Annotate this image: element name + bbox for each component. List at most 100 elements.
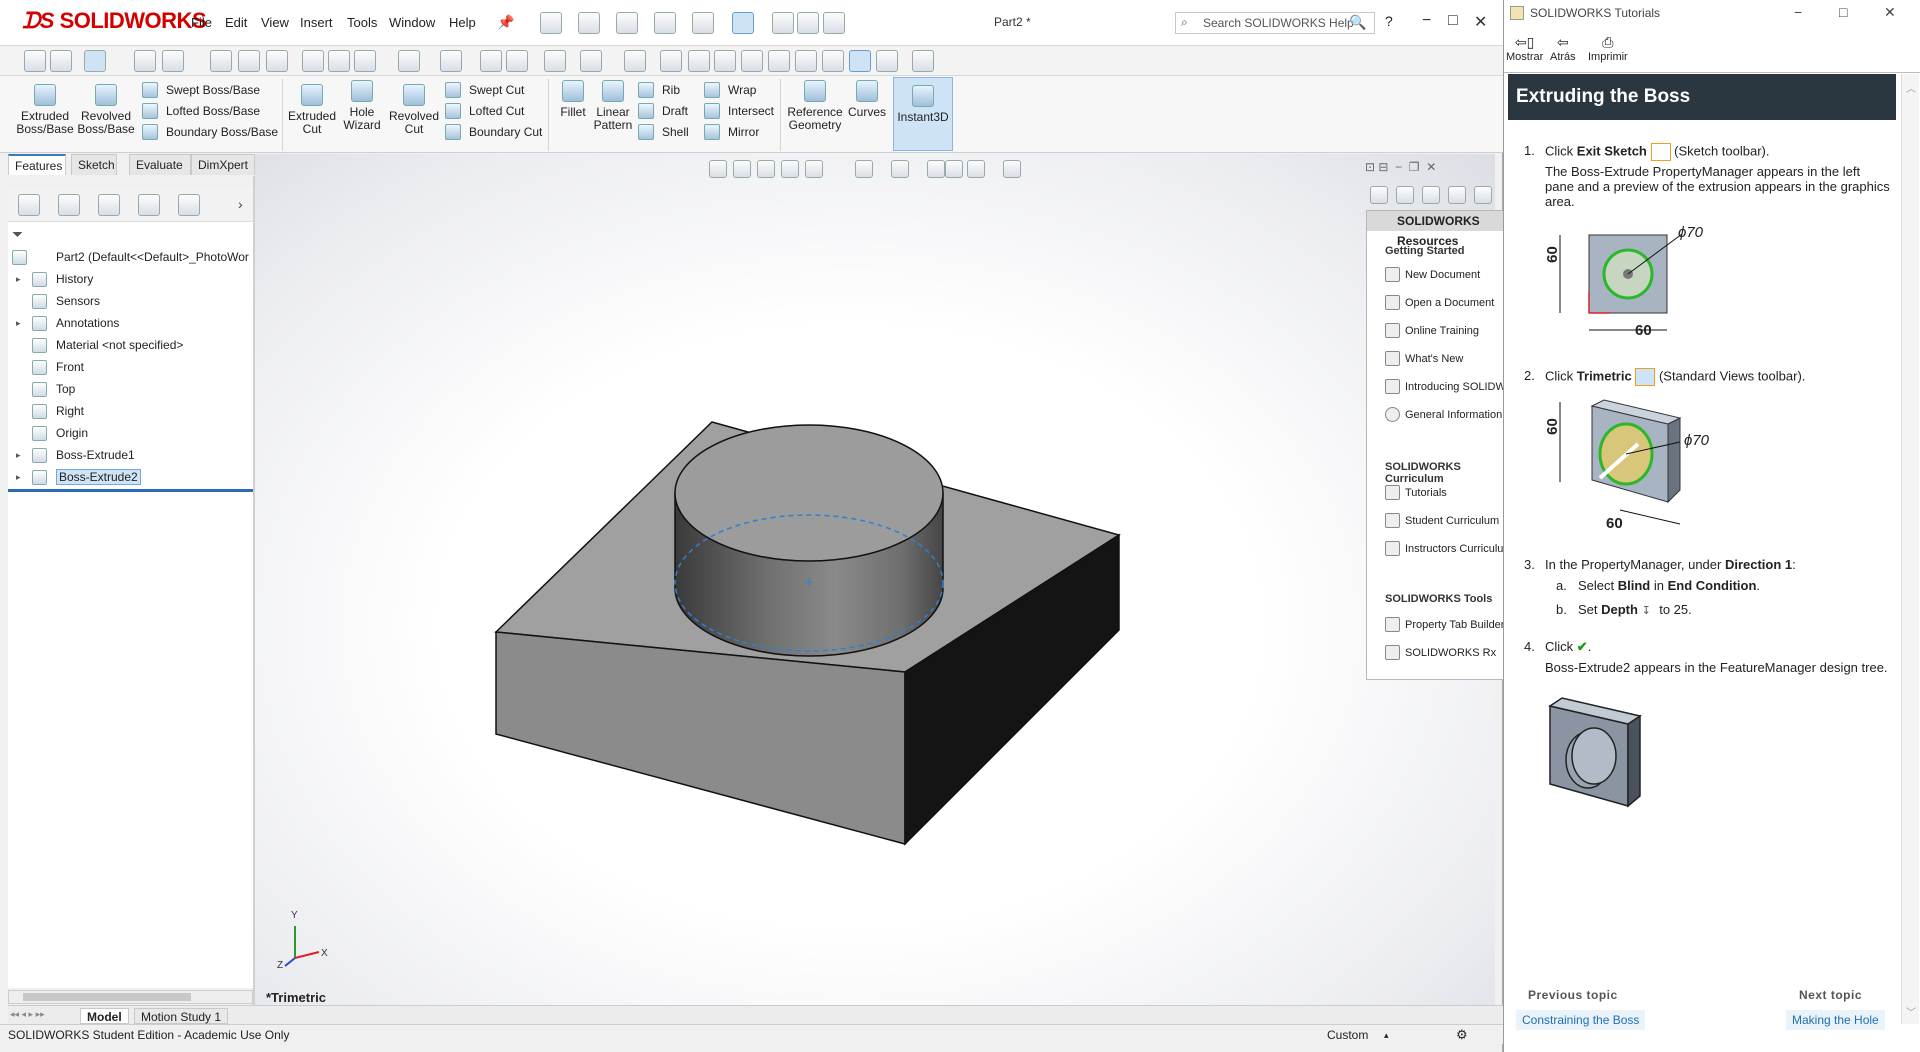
view-palette-icon[interactable]	[1448, 186, 1466, 204]
display-style-icon[interactable]	[398, 50, 420, 72]
open-icon[interactable]	[578, 12, 600, 34]
dimxpert-manager-tab-icon[interactable]	[138, 194, 160, 216]
chevron-right-icon[interactable]: ›	[238, 196, 243, 212]
revolved-boss-button[interactable]: Revolved Boss/Base	[76, 84, 136, 136]
tab-model[interactable]: Model	[80, 1008, 129, 1024]
shell-button[interactable]: Shell	[636, 122, 702, 142]
undo-icon[interactable]	[692, 12, 714, 34]
left-view-icon[interactable]	[714, 50, 736, 72]
linear-pattern-button[interactable]: Linear Pattern	[592, 80, 634, 132]
tree-horizontal-scrollbar[interactable]	[8, 990, 253, 1004]
search-icon[interactable]: 🔍	[1349, 14, 1366, 31]
tree-item-annotations[interactable]: ▸ Annotations	[8, 312, 253, 334]
mirror-button[interactable]: Mirror	[702, 122, 780, 142]
previous-topic-link[interactable]: Constraining the Boss	[1516, 1010, 1646, 1030]
bottom-view-icon[interactable]	[795, 50, 817, 72]
property-manager-tab-icon[interactable]	[58, 194, 80, 216]
minimize-icon[interactable]: −	[1422, 12, 1431, 30]
solidworks-logo[interactable]: ᗪS SOLIDWORKS	[22, 8, 207, 34]
next-topic-link[interactable]: Making the Hole	[1786, 1010, 1885, 1030]
link-solidworks-rx[interactable]: SOLIDWORKS Rx	[1405, 647, 1496, 659]
link-instructors-curriculum[interactable]: Instructors Curriculum	[1405, 543, 1503, 555]
scroll-down-icon[interactable]: ﹀	[1906, 1004, 1916, 1019]
scroll-up-icon[interactable]: ︿	[1906, 80, 1916, 95]
list-icon[interactable]	[162, 50, 184, 72]
swept-boss-button[interactable]: Swept Boss/Base	[140, 80, 280, 100]
filter-icon[interactable]: ⏷	[12, 226, 23, 243]
tree-item-history[interactable]: ▸ History	[8, 268, 253, 290]
hole-wizard-button[interactable]: Hole Wizard	[338, 80, 386, 132]
swept-cut-button[interactable]: Swept Cut	[443, 80, 555, 100]
fillet-button[interactable]: Fillet	[552, 80, 594, 119]
appearance-icon[interactable]	[134, 50, 156, 72]
extruded-boss-button[interactable]: Extruded Boss/Base	[10, 84, 80, 136]
tutorial-close-icon[interactable]: ✕	[1884, 4, 1896, 21]
tab-features[interactable]: Features	[8, 154, 66, 175]
draft-button[interactable]: Draft	[636, 101, 702, 121]
boundary-cut-button[interactable]: Boundary Cut	[443, 122, 555, 142]
search-help-input[interactable]: ⌕ Search SOLIDWORKS Help	[1175, 12, 1375, 34]
display-icon[interactable]	[544, 50, 566, 72]
expand-arrow-icon[interactable]: ▸	[16, 466, 21, 488]
revolved-cut-button[interactable]: Revolved Cut	[388, 84, 440, 136]
rib-button[interactable]: Rib	[636, 80, 702, 100]
show-button[interactable]: ⇦▯ Mostrar	[1506, 34, 1543, 63]
expand-arrow-icon[interactable]: ▸	[16, 444, 21, 466]
back-view-icon[interactable]	[688, 50, 710, 72]
tutorial-minimize-icon[interactable]: −	[1794, 4, 1802, 20]
toolbar-icon-1[interactable]	[24, 50, 46, 72]
menu-help[interactable]: Help	[449, 15, 476, 30]
curves-button[interactable]: Curves	[846, 80, 888, 119]
link-open-document[interactable]: Open a Document	[1405, 297, 1494, 309]
boss-cylinder-top[interactable]	[674, 424, 944, 562]
help-icon[interactable]: ?	[1385, 13, 1393, 29]
right-view-icon[interactable]	[741, 50, 763, 72]
tree-item-material[interactable]: Material <not specified>	[8, 334, 253, 356]
file-properties-icon[interactable]	[797, 12, 819, 34]
close-icon[interactable]: ✕	[1474, 12, 1487, 32]
trimetric-view-icon[interactable]	[849, 50, 871, 72]
isometric-view-icon[interactable]	[822, 50, 844, 72]
feature-manager-tab-icon[interactable]	[18, 194, 40, 216]
tutorial-scrollbar[interactable]: ︿ ﹀	[1901, 74, 1919, 1024]
options-gear-icon[interactable]	[823, 12, 845, 34]
rebuild-status-icon[interactable]: ⚙	[1456, 1025, 1468, 1045]
tree-item-sensors[interactable]: Sensors	[8, 290, 253, 312]
print-button[interactable]: ⎙ Imprimir	[1588, 34, 1628, 63]
tree-item-boss-extrude2[interactable]: ▸ Boss-Extrude2	[8, 466, 253, 488]
link-whats-new[interactable]: What's New	[1405, 353, 1463, 365]
scrollbar-thumb[interactable]	[23, 993, 191, 1001]
instant3d-button[interactable]: Instant3D	[893, 77, 953, 151]
tree-item-boss-extrude1[interactable]: ▸ Boss-Extrude1	[8, 444, 253, 466]
part-model[interactable]: +	[255, 154, 1495, 1012]
lofted-boss-button[interactable]: Lofted Boss/Base	[140, 101, 280, 121]
sketch-icon[interactable]	[266, 50, 288, 72]
menu-view[interactable]: View	[261, 15, 289, 30]
view-3-icon[interactable]	[354, 50, 376, 72]
toolbar-icon-2[interactable]	[50, 50, 72, 72]
scene-icon[interactable]	[506, 50, 528, 72]
tree-item-front-plane[interactable]: Front	[8, 356, 253, 378]
hide-show-icon[interactable]	[440, 50, 462, 72]
tab-evaluate[interactable]: Evaluate	[129, 154, 191, 175]
design-library-icon[interactable]	[1396, 186, 1414, 204]
link-introducing[interactable]: Introducing SOLIDWORKS	[1405, 381, 1503, 393]
back-button[interactable]: ⇦ Atrás	[1550, 34, 1576, 63]
edit-appearance-icon[interactable]	[480, 50, 502, 72]
dimetric-view-icon[interactable]	[876, 50, 898, 72]
select-tool-icon[interactable]	[84, 50, 106, 72]
intersect-button[interactable]: Intersect	[702, 101, 780, 121]
units-caret-icon[interactable]: ▴	[1384, 1025, 1389, 1045]
front-view-icon[interactable]	[660, 50, 682, 72]
tree-root-part[interactable]: Part2 (Default<<Default>_PhotoWor	[8, 246, 253, 268]
tutorial-maximize-icon[interactable]: □	[1839, 4, 1847, 20]
rebuild-icon[interactable]	[772, 12, 794, 34]
link-student-curriculum[interactable]: Student Curriculum	[1405, 515, 1499, 527]
save-icon[interactable]	[616, 12, 638, 34]
boundary-boss-button[interactable]: Boundary Boss/Base	[140, 122, 280, 142]
tab-sketch[interactable]: Sketch	[71, 154, 117, 175]
menu-tools[interactable]: Tools	[347, 15, 377, 30]
menu-insert[interactable]: Insert	[300, 15, 333, 30]
lofted-cut-button[interactable]: Lofted Cut	[443, 101, 555, 121]
rollback-bar[interactable]	[8, 489, 253, 492]
